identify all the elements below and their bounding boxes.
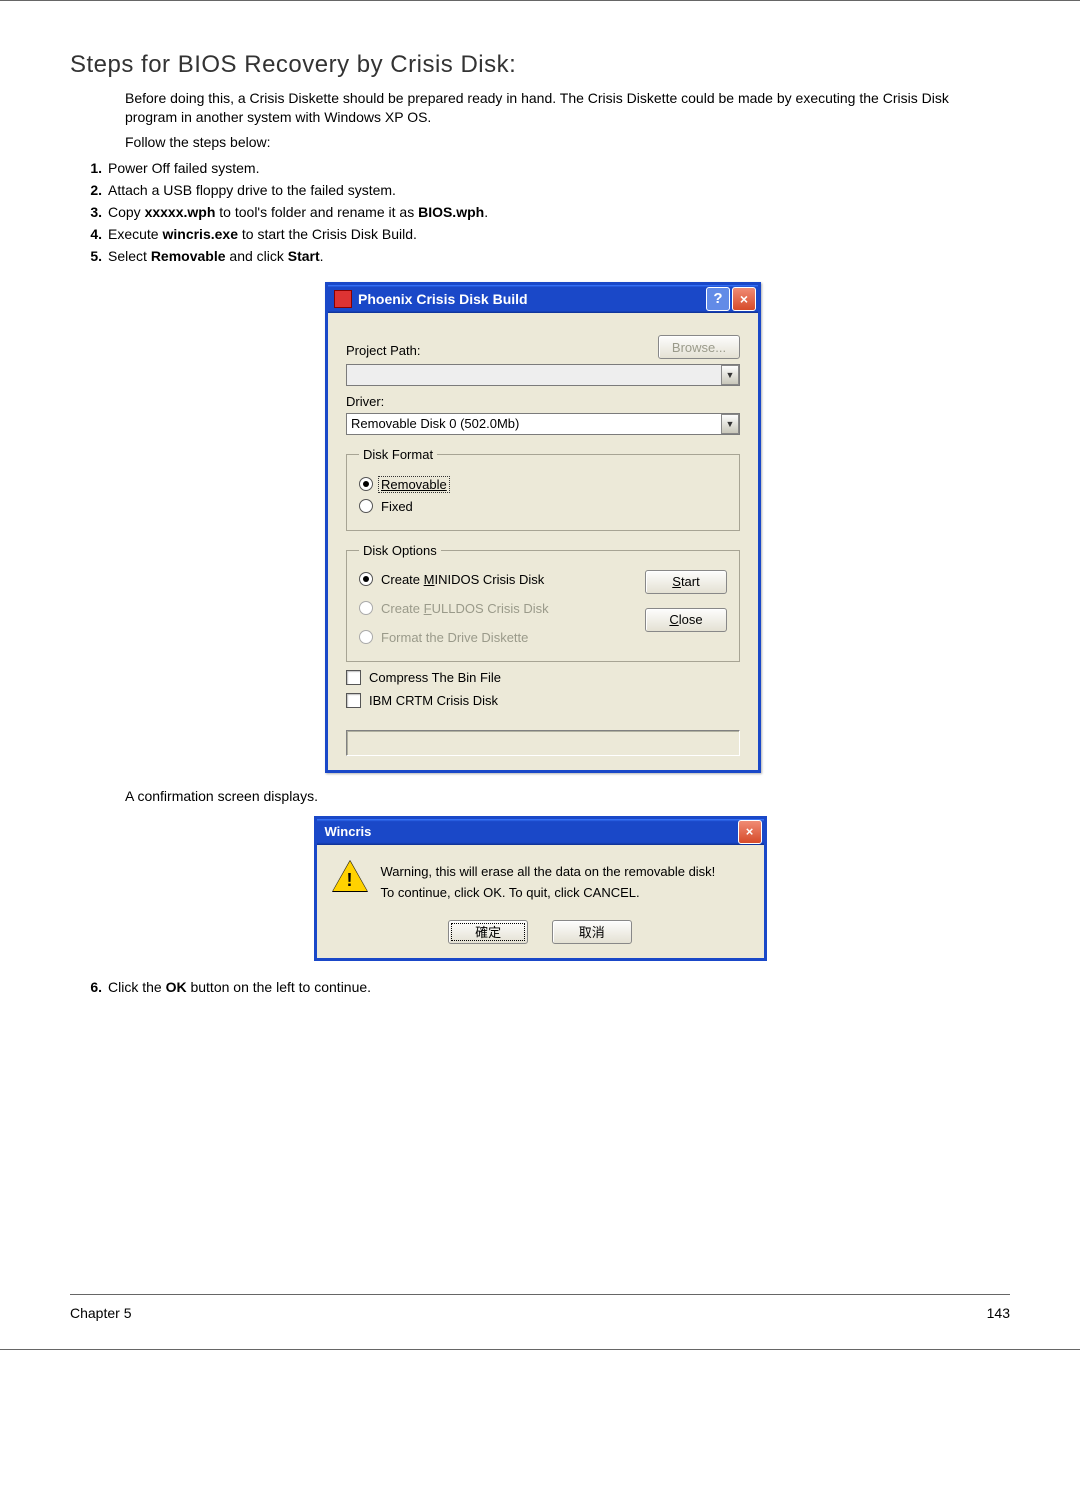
app-icon [334,290,352,308]
radio-icon [359,499,373,513]
radio-icon [359,477,373,491]
confirm-message: Warning, this will erase all the data on… [381,859,716,906]
radio-icon [359,601,373,615]
title-bar[interactable]: Wincris × [317,819,764,845]
chevron-down-icon[interactable]: ▼ [721,414,739,434]
close-button[interactable]: Close [645,608,727,632]
checkbox-compress[interactable]: Compress The Bin File [346,670,740,685]
step-3: 3.Copy xxxxx.wph to tool's folder and re… [80,204,1010,220]
project-path-label: Project Path: [346,343,420,358]
footer-chapter: Chapter 5 [70,1305,131,1321]
step-6: 6.Click the OK button on the left to con… [80,979,1010,995]
driver-label: Driver: [346,394,740,409]
step-5: 5.Select Removable and click Start. [80,248,1010,264]
checkbox-icon [346,693,361,708]
browse-button[interactable]: Browse... [658,335,740,359]
dialog-title: Phoenix Crisis Disk Build [358,291,704,307]
radio-format-drive: Format the Drive Diskette [359,630,633,645]
radio-fixed[interactable]: Fixed [359,499,727,514]
warning-icon: ! [333,861,367,895]
cancel-button[interactable]: 取消 [552,920,632,944]
close-icon[interactable]: × [732,287,756,311]
step-2: 2.Attach a USB floppy drive to the faile… [80,182,1010,198]
footer-page-number: 143 [987,1305,1010,1321]
follow-paragraph: Follow the steps below: [125,133,1000,152]
radio-removable[interactable]: Removable [359,476,727,493]
close-icon[interactable]: × [738,820,762,844]
step-4: 4.Execute wincris.exe to start the Crisi… [80,226,1010,242]
checkbox-ibm-crtm[interactable]: IBM CRTM Crisis Disk [346,693,740,708]
confirmation-caption: A confirmation screen displays. [125,787,1010,806]
ok-button[interactable]: 確定 [448,920,528,944]
driver-combo[interactable] [346,413,740,435]
radio-fulldos: Create FULLDOS Crisis Disk [359,601,633,616]
intro-paragraph: Before doing this, a Crisis Diskette sho… [125,89,1000,127]
chevron-down-icon[interactable]: ▼ [721,365,739,385]
start-button[interactable]: Start [645,570,727,594]
wincris-confirm-dialog: Wincris × ! Warning, this will erase all… [314,816,767,961]
status-bar [346,730,740,756]
disk-options-group: Disk Options Create MINIDOS Crisis Disk … [346,543,740,662]
disk-format-group: Disk Format Removable Fixed [346,447,740,531]
radio-icon [359,572,373,586]
checkbox-icon [346,670,361,685]
crisis-disk-dialog: Phoenix Crisis Disk Build ? × Project Pa… [325,282,761,773]
section-heading: Steps for BIOS Recovery by Crisis Disk: [70,51,1010,79]
step-1: 1.Power Off failed system. [80,160,1010,176]
radio-minidos[interactable]: Create MINIDOS Crisis Disk [359,572,633,587]
disk-format-legend: Disk Format [359,447,437,462]
help-button[interactable]: ? [706,287,730,311]
dialog-title: Wincris [325,824,738,839]
title-bar[interactable]: Phoenix Crisis Disk Build ? × [328,285,758,313]
disk-options-legend: Disk Options [359,543,441,558]
radio-icon [359,630,373,644]
project-path-combo[interactable] [346,364,740,386]
